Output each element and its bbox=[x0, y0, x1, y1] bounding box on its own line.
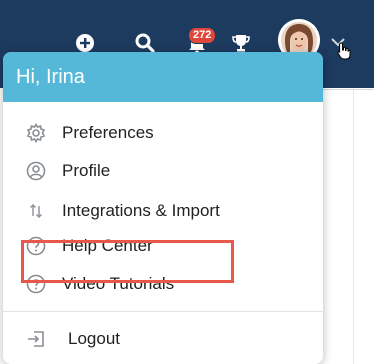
plus-icon[interactable] bbox=[75, 33, 95, 53]
notification-count-badge: 272 bbox=[188, 27, 217, 44]
menu-item-label: Logout bbox=[68, 328, 120, 348]
menu-item-label: Preferences bbox=[62, 122, 154, 142]
background-divider bbox=[322, 89, 374, 90]
menu-item-integrations-import[interactable]: Integrations & Import bbox=[3, 192, 323, 229]
menu-item-preferences[interactable]: Preferences bbox=[3, 114, 323, 151]
user-circle-icon bbox=[26, 161, 46, 181]
menu-divider bbox=[3, 311, 323, 312]
user-dropdown-menu: Hi, Irina Preferences Profile Integratio… bbox=[3, 52, 323, 364]
logout-icon bbox=[26, 329, 46, 349]
trophy-icon[interactable] bbox=[231, 33, 251, 53]
menu-greeting: Hi, Irina bbox=[3, 52, 323, 102]
menu-item-label: Integrations & Import bbox=[62, 200, 220, 220]
gear-icon bbox=[26, 122, 46, 143]
menu-item-label: Profile bbox=[62, 160, 111, 180]
transfer-arrows-icon bbox=[26, 201, 46, 221]
highlight-box bbox=[21, 240, 234, 283]
background-content bbox=[322, 88, 374, 364]
menu-item-profile[interactable]: Profile bbox=[3, 152, 323, 189]
menu-item-logout[interactable]: Logout bbox=[3, 320, 323, 357]
hand-cursor-icon bbox=[337, 42, 351, 60]
search-icon[interactable] bbox=[134, 32, 156, 54]
background-column-line bbox=[353, 90, 354, 364]
